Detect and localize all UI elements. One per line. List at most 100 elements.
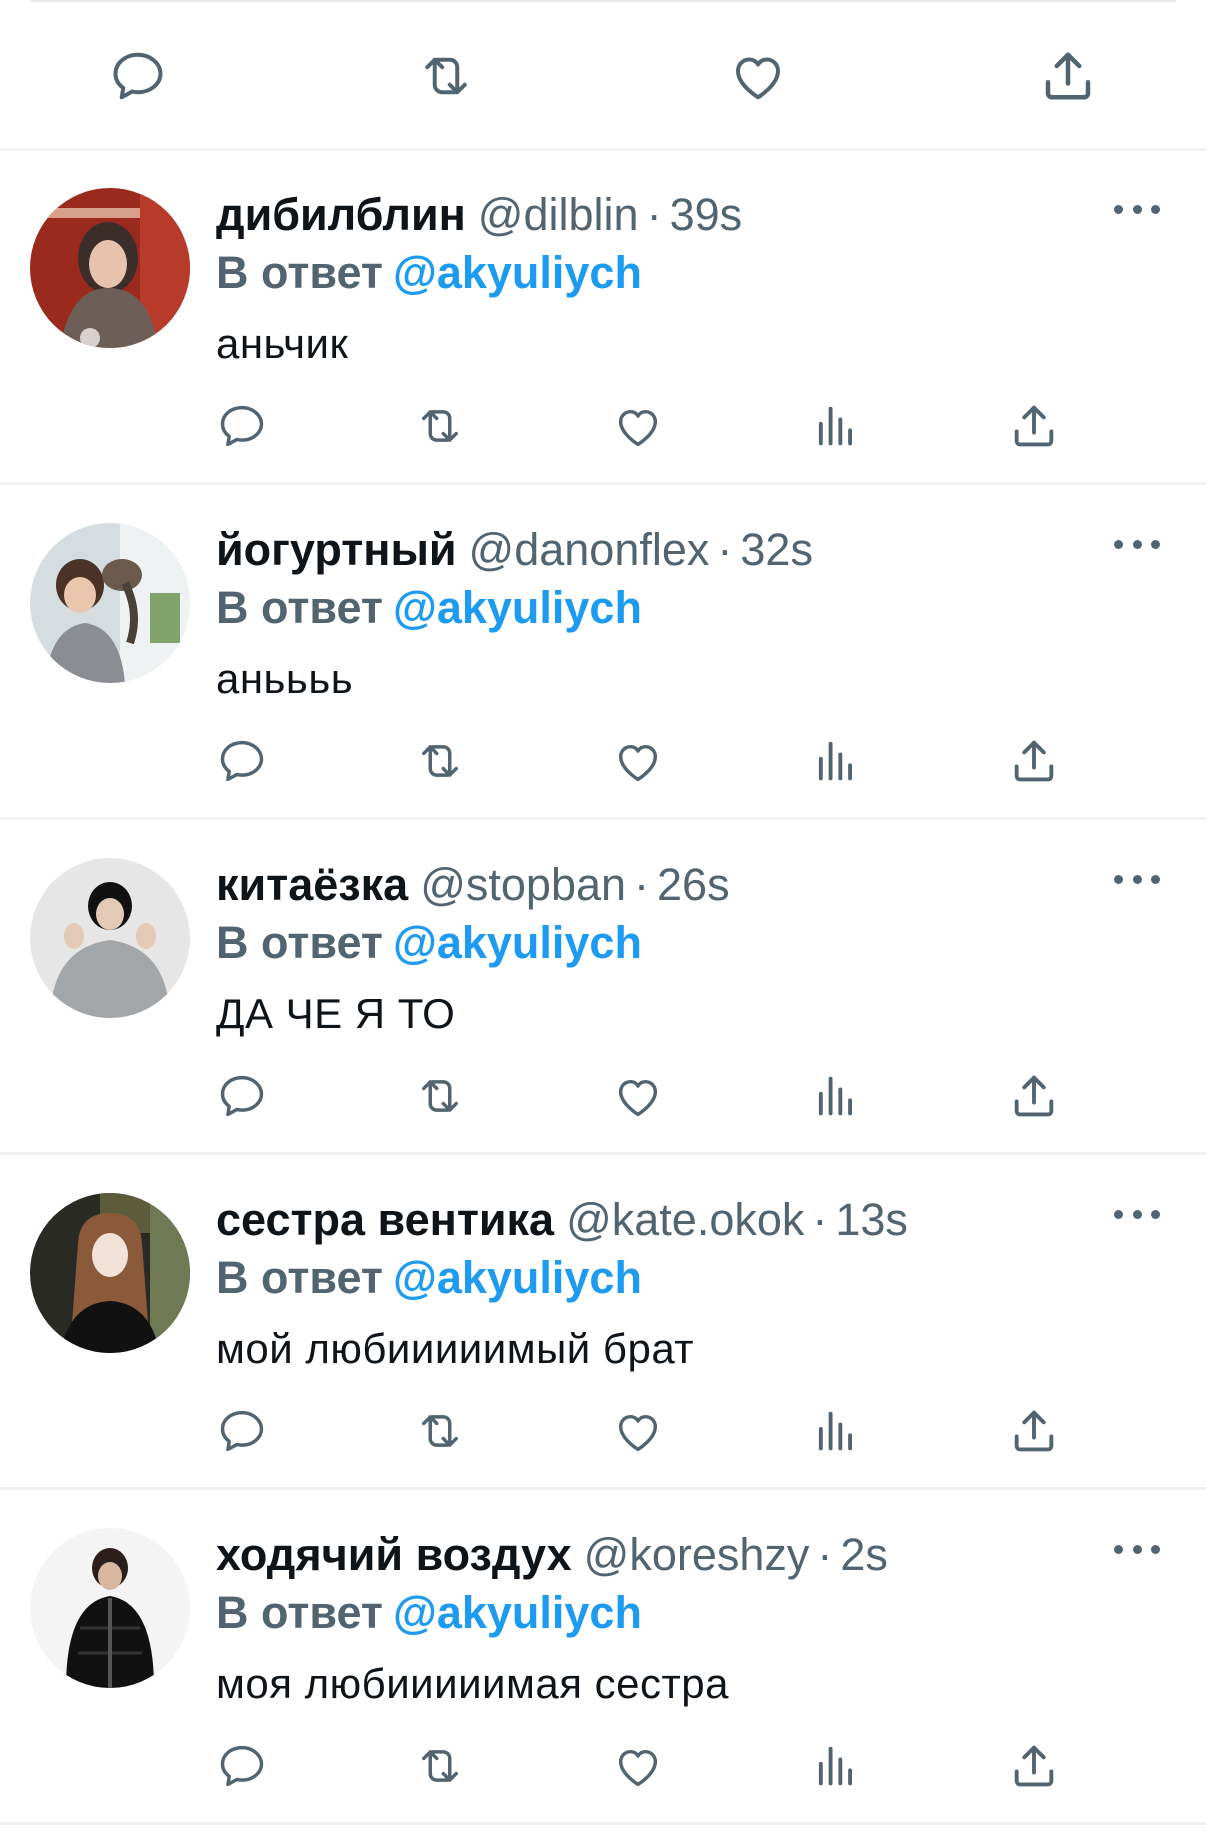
reply-button[interactable] — [212, 1736, 272, 1796]
reply-header: китаёзка @stopban · 26s — [216, 856, 730, 914]
display-name[interactable]: ходячий воздух — [216, 1529, 572, 1580]
reply-button[interactable] — [212, 396, 272, 456]
share-icon — [1014, 740, 1054, 782]
tweet-actions — [0, 1066, 1206, 1126]
more-dot — [1151, 874, 1160, 884]
retweet-button[interactable] — [414, 44, 478, 108]
more-dot — [1132, 1209, 1142, 1219]
share-button[interactable] — [1004, 396, 1064, 456]
avatar[interactable] — [30, 858, 190, 1018]
reply-mention[interactable]: @akyuliych — [393, 1587, 642, 1638]
timestamp[interactable]: 2s — [840, 1529, 888, 1580]
user-handle[interactable]: @danonflex — [469, 524, 710, 575]
tweet-actions — [0, 396, 1206, 456]
more-options-button[interactable] — [1114, 529, 1160, 559]
views-button[interactable] — [806, 396, 866, 456]
replying-to: В ответ @akyuliych — [216, 579, 642, 637]
reply-button[interactable] — [106, 44, 170, 108]
like-icon — [736, 57, 780, 100]
timestamp[interactable]: 13s — [835, 1194, 908, 1245]
more-options-button[interactable] — [1114, 864, 1160, 894]
parent-tweet-actions — [0, 0, 1206, 151]
more-dot — [1132, 874, 1142, 884]
views-button[interactable] — [806, 1736, 866, 1796]
more-options-button[interactable] — [1114, 1199, 1160, 1229]
like-button[interactable] — [726, 44, 790, 108]
retweet-button[interactable] — [410, 1401, 470, 1461]
share-button[interactable] — [1004, 731, 1064, 791]
views-button[interactable] — [806, 1401, 866, 1461]
more-dot — [1114, 1209, 1123, 1219]
avatar-image — [30, 1193, 190, 1353]
retweet-button[interactable] — [410, 731, 470, 791]
display-name[interactable]: йогуртный — [216, 524, 457, 575]
share-icon — [1045, 52, 1091, 100]
reply-icon — [220, 1075, 264, 1117]
share-button[interactable] — [1036, 44, 1100, 108]
separator-dot: · — [634, 859, 650, 910]
share-icon — [1014, 1075, 1054, 1117]
share-button[interactable] — [1004, 1736, 1064, 1796]
avatar[interactable] — [30, 1528, 190, 1688]
separator-dot: · — [646, 189, 662, 240]
retweet-button[interactable] — [410, 396, 470, 456]
display-name[interactable]: дибилблин — [216, 189, 466, 240]
like-icon — [618, 744, 658, 782]
like-button[interactable] — [608, 1066, 668, 1126]
user-handle[interactable]: @koreshzy — [584, 1529, 810, 1580]
more-dot — [1151, 1209, 1160, 1219]
reply-icon — [220, 405, 264, 447]
reply-prefix: В ответ — [216, 917, 383, 968]
more-dot — [1151, 539, 1160, 549]
reply-header: ходячий воздух @koreshzy · 2s — [216, 1526, 888, 1584]
share-button[interactable] — [1004, 1066, 1064, 1126]
like-button[interactable] — [608, 1736, 668, 1796]
reply-mention[interactable]: @akyuliych — [393, 247, 642, 298]
avatar[interactable] — [30, 523, 190, 683]
like-button[interactable] — [608, 1401, 668, 1461]
share-button[interactable] — [1004, 1401, 1064, 1461]
views-button[interactable] — [806, 731, 866, 791]
reply-icon — [220, 1410, 264, 1452]
more-options-button[interactable] — [1114, 194, 1160, 224]
more-dot — [1151, 1544, 1160, 1554]
reply-prefix: В ответ — [216, 1587, 383, 1638]
like-button[interactable] — [608, 396, 668, 456]
user-handle[interactable]: @kate.okok — [566, 1194, 804, 1245]
reply-tweet-5[interactable]: ходячий воздух @koreshzy · 2s В ответ @akyul… — [0, 1490, 1206, 1825]
replying-to: В ответ @akyuliych — [216, 1584, 642, 1642]
retweet-icon — [422, 410, 458, 442]
timestamp[interactable]: 26s — [657, 859, 730, 910]
reply-tweet-3[interactable]: китаёзка @stopban · 26s В ответ @akyuliych Д… — [0, 820, 1206, 1155]
reply-mention[interactable]: @akyuliych — [393, 1252, 642, 1303]
reply-mention[interactable]: @akyuliych — [393, 917, 642, 968]
like-button[interactable] — [608, 731, 668, 791]
avatar-image — [30, 858, 190, 1018]
share-icon — [1014, 1410, 1054, 1452]
tweet-actions — [0, 1401, 1206, 1461]
reply-tweet-2[interactable]: йогуртный @danonflex · 32s В ответ @akyuliyc… — [0, 485, 1206, 820]
share-icon — [1014, 1745, 1054, 1787]
reply-tweet-1[interactable]: дибилблин @dilblin · 39s В ответ @akyuliych … — [0, 150, 1206, 485]
tweet-text: аньчик — [216, 320, 349, 367]
views-button[interactable] — [806, 1066, 866, 1126]
retweet-button[interactable] — [410, 1736, 470, 1796]
more-options-button[interactable] — [1114, 1534, 1160, 1564]
avatar[interactable] — [30, 188, 190, 348]
reply-button[interactable] — [212, 1401, 272, 1461]
tweet-actions — [0, 1736, 1206, 1796]
display-name[interactable]: китаёзка — [216, 859, 408, 910]
display-name[interactable]: сестра вентика — [216, 1194, 554, 1245]
user-handle[interactable]: @stopban — [420, 859, 626, 910]
retweet-button[interactable] — [410, 1066, 470, 1126]
like-icon — [618, 1079, 658, 1117]
reply-mention[interactable]: @akyuliych — [393, 582, 642, 633]
reply-button[interactable] — [212, 1066, 272, 1126]
reply-button[interactable] — [212, 731, 272, 791]
user-handle[interactable]: @dilblin — [478, 189, 639, 240]
reply-tweet-4[interactable]: сестра вентика @kate.okok · 13s В ответ @aky… — [0, 1155, 1206, 1490]
timestamp[interactable]: 39s — [670, 189, 743, 240]
avatar[interactable] — [30, 1193, 190, 1353]
tweet-text: моя любииииимая сестра — [216, 1660, 729, 1707]
timestamp[interactable]: 32s — [740, 524, 813, 575]
